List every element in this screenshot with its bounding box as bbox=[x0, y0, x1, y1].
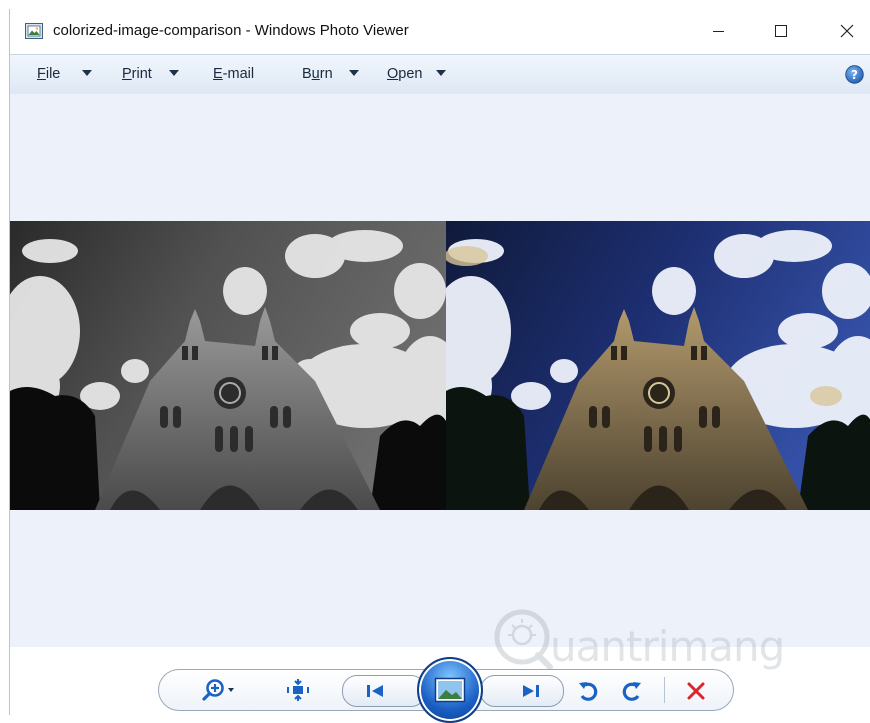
minimize-button[interactable] bbox=[696, 15, 742, 47]
close-button[interactable] bbox=[824, 15, 870, 47]
menu-email-mnemonic: E bbox=[213, 66, 223, 82]
menu-burn-label: rn bbox=[319, 66, 333, 82]
menu-burn-mnemonic: u bbox=[311, 66, 320, 82]
next-icon bbox=[523, 685, 539, 697]
slideshow-button[interactable] bbox=[417, 657, 483, 723]
photo-viewer-icon bbox=[25, 23, 43, 39]
menu-print-label: rint bbox=[131, 66, 152, 82]
colorized-church-photo bbox=[446, 221, 870, 510]
chevron-down-icon bbox=[82, 70, 93, 76]
menu-bar: File Print E -mail Bu rn Open ? bbox=[10, 54, 870, 95]
control-bar bbox=[10, 647, 870, 723]
title-bar[interactable]: colorized-image-comparison - Windows Pho… bbox=[10, 9, 870, 54]
menu-print-mnemonic: P bbox=[122, 66, 132, 82]
actual-size-button[interactable] bbox=[282, 677, 314, 703]
grayscale-church-photo bbox=[10, 221, 446, 510]
menu-file-mnemonic: F bbox=[37, 66, 46, 82]
slideshow-icon bbox=[434, 677, 466, 703]
delete-icon bbox=[687, 682, 705, 700]
menu-burn-prefix: B bbox=[302, 66, 312, 82]
next-button[interactable] bbox=[480, 675, 564, 707]
svg-text:?: ? bbox=[851, 68, 858, 82]
chevron-down-icon bbox=[436, 70, 447, 76]
menu-open[interactable]: Open bbox=[387, 66, 447, 82]
toolbar-divider bbox=[664, 677, 665, 703]
menu-file-label: ile bbox=[45, 66, 61, 82]
previous-button[interactable] bbox=[342, 675, 426, 707]
actual-size-icon bbox=[287, 679, 309, 701]
close-icon bbox=[840, 24, 854, 38]
chevron-down-icon bbox=[348, 70, 359, 76]
menu-open-mnemonic: O bbox=[387, 66, 399, 82]
image-viewport[interactable] bbox=[10, 94, 870, 647]
zoom-button[interactable] bbox=[198, 677, 244, 703]
delete-button[interactable] bbox=[682, 677, 710, 705]
menu-email[interactable]: E -mail bbox=[213, 66, 254, 82]
rotate-counterclockwise-button[interactable] bbox=[573, 677, 603, 705]
help-icon[interactable]: ? bbox=[845, 65, 864, 84]
menu-email-label: -mail bbox=[222, 66, 255, 82]
maximize-icon bbox=[775, 25, 787, 37]
rotate-clockwise-icon bbox=[622, 682, 641, 701]
maximize-button[interactable] bbox=[758, 15, 804, 47]
menu-open-label: pen bbox=[398, 66, 423, 82]
window-title: colorized-image-comparison - Windows Pho… bbox=[53, 22, 409, 39]
chevron-down-icon bbox=[168, 70, 179, 76]
zoom-icon bbox=[202, 679, 234, 701]
rotate-clockwise-button[interactable] bbox=[617, 677, 647, 705]
menu-print[interactable]: Print bbox=[122, 66, 179, 82]
minimize-icon bbox=[713, 31, 724, 32]
rotate-counterclockwise-icon bbox=[579, 682, 598, 701]
menu-burn[interactable]: Bu rn bbox=[302, 66, 359, 82]
previous-icon bbox=[367, 685, 383, 697]
photo-viewer-window: colorized-image-comparison - Windows Pho… bbox=[9, 9, 870, 723]
menu-file[interactable]: File bbox=[37, 66, 93, 82]
